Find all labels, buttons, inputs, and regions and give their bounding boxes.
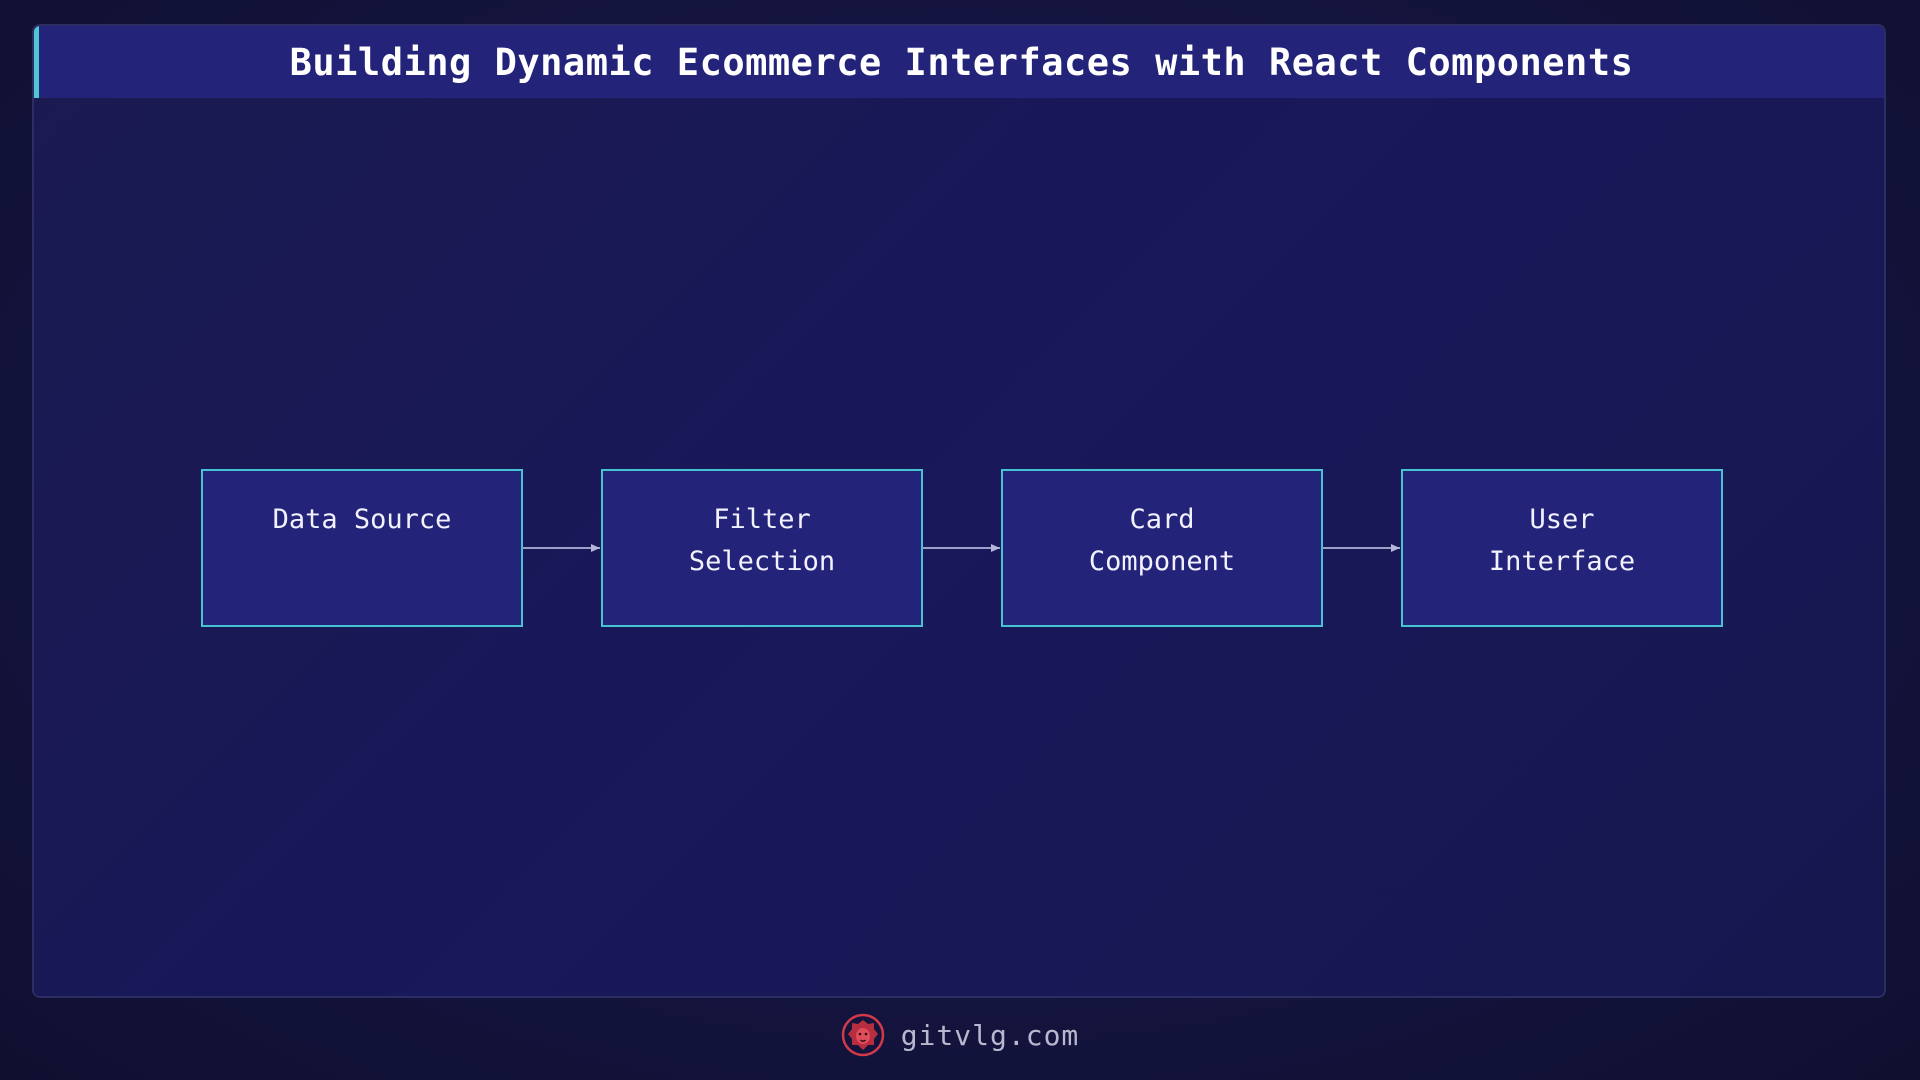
diagram-node-data-source: Data Source: [201, 469, 523, 627]
diagram-node-filter-selection: Filter Selection: [601, 469, 923, 627]
lion-head-icon: [841, 1013, 884, 1057]
diagram-node-card-component: Card Component: [1001, 469, 1323, 627]
site-url: gitvlg.com: [900, 1018, 1080, 1052]
footer: gitvlg.com: [0, 1010, 1920, 1060]
diagram-node-user-interface: User Interface: [1401, 469, 1723, 627]
slide-frame: Building Dynamic Ecommerce Interfaces wi…: [32, 24, 1886, 998]
flow-diagram: Data Source Filter Selection Card Componen…: [34, 26, 1884, 996]
